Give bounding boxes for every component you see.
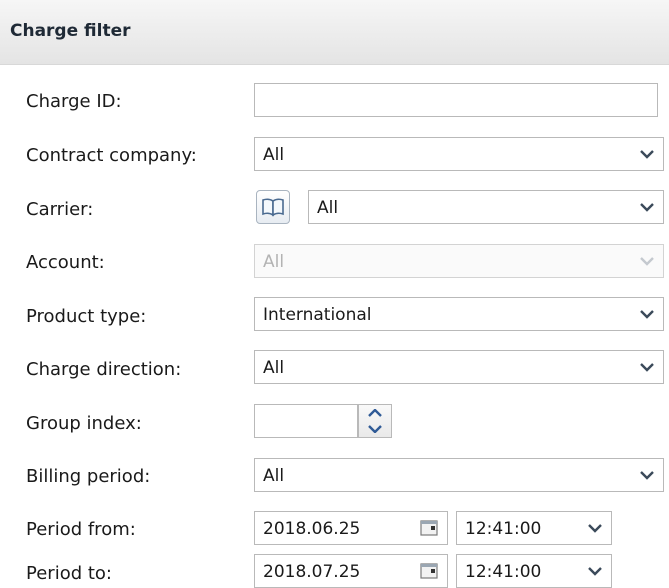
period-to-date-input[interactable]: 2018.07.25 xyxy=(254,554,448,588)
panel-header: Charge filter xyxy=(0,0,669,65)
chevron-down-icon[interactable] xyxy=(579,512,611,544)
spinner-up-icon[interactable] xyxy=(359,405,391,421)
period-from-label: Period from: xyxy=(26,519,136,540)
product-type-label: Product type: xyxy=(26,306,147,327)
product-type-select[interactable]: International xyxy=(254,297,664,331)
spinner-down-icon[interactable] xyxy=(359,421,391,437)
charge-id-label: Charge ID: xyxy=(26,91,122,112)
period-to-time-select[interactable]: 12:41:00 xyxy=(456,554,612,588)
chevron-down-icon[interactable] xyxy=(631,191,663,223)
period-from-date-input[interactable]: 2018.06.25 xyxy=(254,511,448,545)
account-label: Account: xyxy=(26,252,105,273)
panel-title: Charge filter xyxy=(10,21,131,41)
chevron-down-icon[interactable] xyxy=(631,459,663,491)
billing-period-select[interactable]: All xyxy=(254,458,664,492)
contract-company-select[interactable]: All xyxy=(254,137,664,171)
charge-direction-label: Charge direction: xyxy=(26,359,182,380)
carrier-select[interactable]: All xyxy=(308,190,664,224)
period-from-time-select[interactable]: 12:41:00 xyxy=(456,511,612,545)
group-index-spinner[interactable] xyxy=(358,404,392,438)
chevron-down-icon[interactable] xyxy=(579,555,611,587)
contract-company-label: Contract company: xyxy=(26,145,197,166)
period-to-label: Period to: xyxy=(26,563,112,584)
charge-filter-panel: Charge filter Charge ID: Contract compan… xyxy=(0,0,669,588)
book-icon xyxy=(262,198,284,217)
charge-direction-select[interactable]: All xyxy=(254,350,664,384)
calendar-icon[interactable] xyxy=(411,555,447,587)
chevron-down-icon[interactable] xyxy=(631,298,663,330)
chevron-down-icon[interactable] xyxy=(631,351,663,383)
charge-id-input[interactable] xyxy=(254,83,658,117)
chevron-down-icon[interactable] xyxy=(631,138,663,170)
carrier-lookup-button[interactable] xyxy=(256,190,290,224)
account-select: All xyxy=(254,244,664,278)
carrier-label: Carrier: xyxy=(26,199,94,220)
group-index-label: Group index: xyxy=(26,413,142,434)
billing-period-label: Billing period: xyxy=(26,466,151,487)
calendar-icon[interactable] xyxy=(411,512,447,544)
chevron-down-icon xyxy=(631,245,663,277)
group-index-input[interactable] xyxy=(254,404,358,438)
